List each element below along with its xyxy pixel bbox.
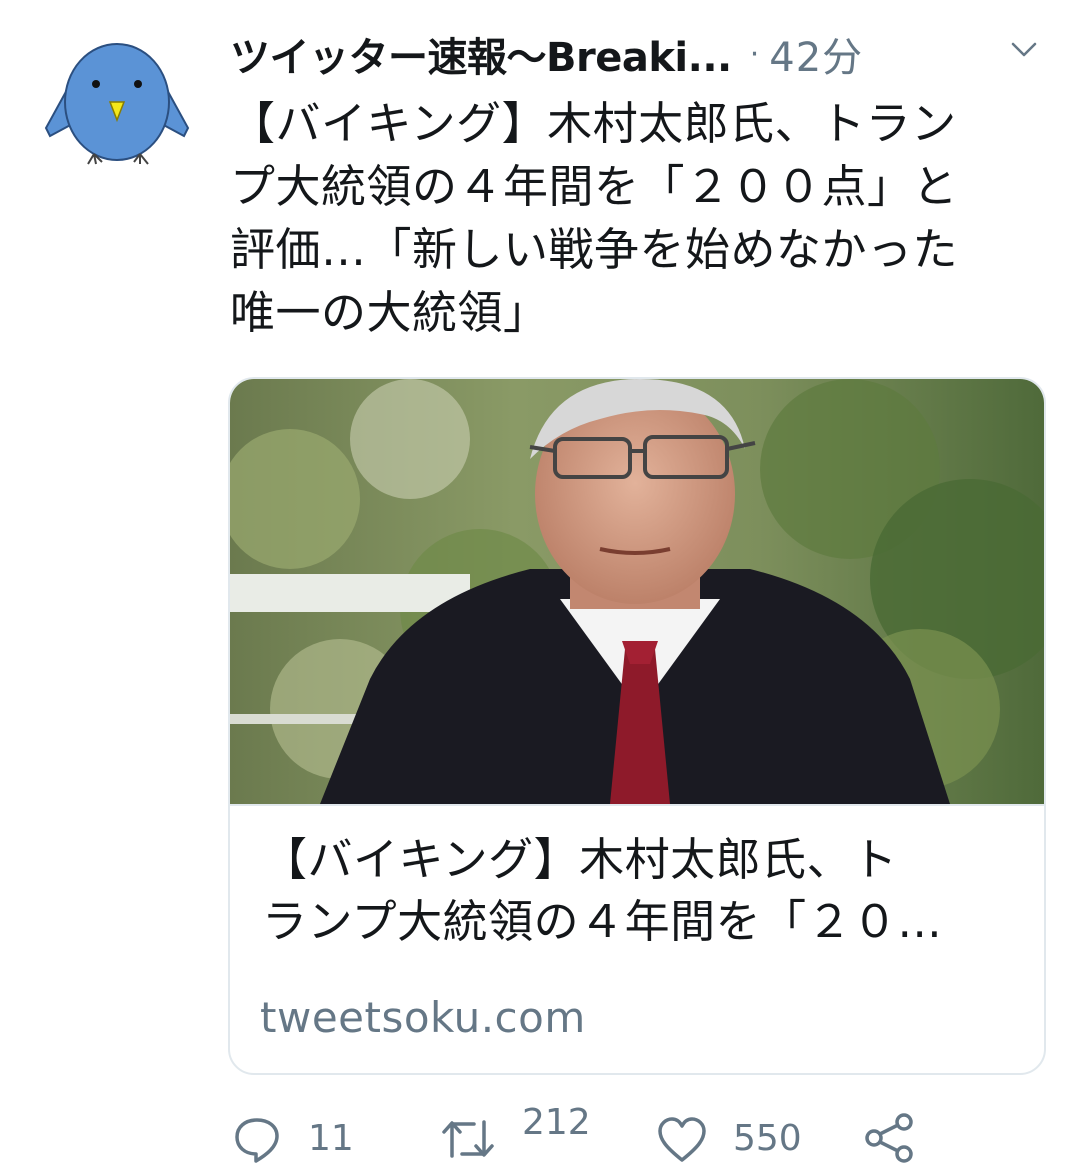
retweet-button[interactable]: 212 <box>440 1100 600 1170</box>
card-domain: tweetsoku.com <box>260 993 586 1042</box>
heart-icon <box>658 1117 706 1162</box>
card-image[interactable] <box>230 379 1044 804</box>
tweet-text-line: 唯一の大統領」 <box>230 286 549 339</box>
chevron-down-icon[interactable] <box>1010 40 1038 60</box>
author-name[interactable]: ツイッター速報〜Breaki... <box>230 25 732 83</box>
retweet-count: 212 <box>522 1102 591 1143</box>
card-title-line: 【バイキング】木村太郎氏、ト <box>262 833 898 886</box>
like-count: 550 <box>733 1118 802 1159</box>
tweet-time[interactable]: 42分 <box>769 25 863 83</box>
tweet-text-line: 【バイキング】木村太郎氏、トラン <box>230 97 957 150</box>
tweet-content: ツイッター速報〜Breaki... · 42分 【バイキング】木村太郎氏、トラン… <box>230 18 1050 344</box>
card-divider <box>230 804 1044 806</box>
author-avatar[interactable] <box>40 36 194 172</box>
separator-dot: · <box>749 36 760 72</box>
tweet-text-line: プ大統領の４年間を「２００点」と <box>230 160 959 213</box>
bird-avatar-icon <box>44 43 190 165</box>
reply-icon <box>235 1118 279 1163</box>
share-button[interactable] <box>864 1100 924 1170</box>
card-title-line: ランプ大統領の４年間を「２０... <box>262 895 943 948</box>
tweet-text-line: 評価…「新しい戦争を始めなかった <box>230 223 959 276</box>
retweet-icon <box>442 1120 494 1158</box>
share-icon <box>865 1113 913 1163</box>
like-button[interactable]: 550 <box>657 1100 817 1170</box>
tweet-actions: 11 212 550 <box>232 1100 992 1170</box>
reply-button[interactable]: 11 <box>232 1100 362 1170</box>
card-title[interactable]: 【バイキング】木村太郎氏、ト ランプ大統領の４年間を「２０... <box>262 829 1022 953</box>
reply-count: 11 <box>308 1118 354 1159</box>
link-card[interactable]: 【バイキング】木村太郎氏、ト ランプ大統領の４年間を「２０... tweetso… <box>228 377 1046 1075</box>
tweet-header: ツイッター速報〜Breaki... · 42分 <box>230 18 1050 90</box>
tweet-text: 【バイキング】木村太郎氏、トラン プ大統領の４年間を「２００点」と 評価…「新し… <box>230 92 1048 344</box>
